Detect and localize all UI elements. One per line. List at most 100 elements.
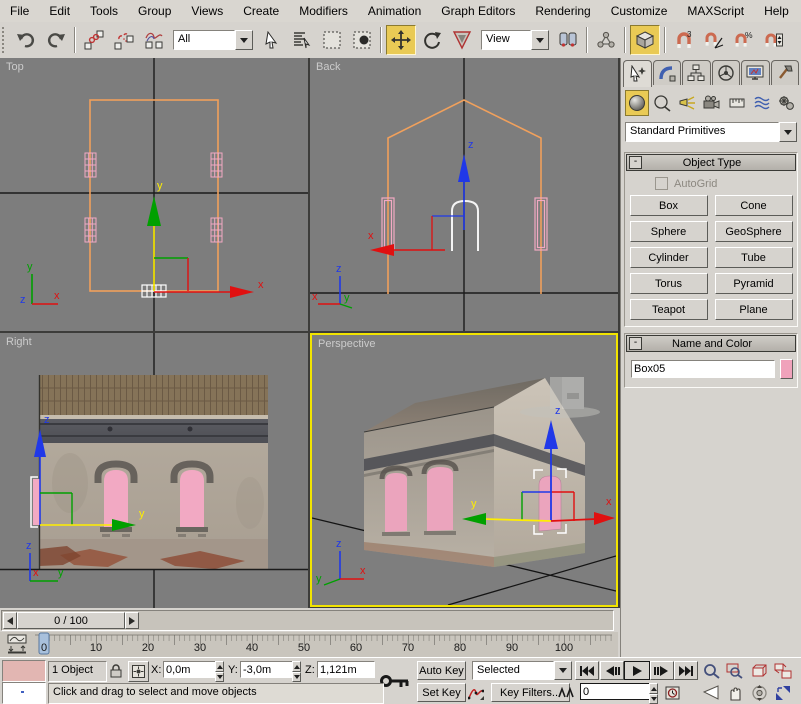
menu-group[interactable]: Group [128, 2, 181, 20]
category-systems[interactable] [775, 90, 799, 116]
select-and-manipulate-button[interactable] [592, 26, 620, 54]
x-spinner[interactable] [215, 661, 224, 682]
menu-tools[interactable]: Tools [80, 2, 128, 20]
menu-create[interactable]: Create [233, 2, 289, 20]
maxscript-listener-pane[interactable] [2, 682, 46, 704]
torus-button[interactable]: Torus [629, 273, 708, 294]
dropdown-arrow-icon[interactable] [531, 30, 549, 50]
viewport-back-label[interactable]: Back [316, 61, 340, 73]
dropdown-arrow-icon[interactable] [554, 661, 572, 680]
back-viewport-canvas[interactable]: z x z x y [310, 58, 618, 331]
open-mini-curve-editor-button[interactable] [2, 633, 32, 655]
menu-modifiers[interactable]: Modifiers [289, 2, 358, 20]
play-animation-button[interactable] [624, 661, 650, 680]
reference-coordinate-system-dropdown[interactable]: View [481, 30, 549, 50]
toolbar-grip[interactable] [2, 27, 8, 53]
go-to-start-button[interactable] [575, 661, 599, 680]
time-configuration-button[interactable] [663, 683, 683, 702]
top-viewport-canvas[interactable]: y x y x z [0, 58, 308, 331]
min-max-viewport-toggle[interactable] [772, 683, 794, 702]
menu-animation[interactable]: Animation [358, 2, 431, 20]
auto-key-button[interactable]: Auto Key [417, 661, 466, 680]
select-and-move-button[interactable] [386, 25, 416, 55]
tab-create[interactable] [623, 60, 652, 87]
select-object-button[interactable] [258, 26, 286, 54]
snaps-toggle-button[interactable] [630, 25, 660, 55]
viewport-perspective-label[interactable]: Perspective [318, 338, 375, 350]
bind-to-space-warp-button[interactable] [140, 26, 168, 54]
percent-snap-toggle[interactable]: % [730, 26, 758, 54]
default-in-out-tangents-button[interactable] [466, 683, 486, 702]
spinner-snap-toggle[interactable] [760, 26, 788, 54]
category-cameras[interactable] [700, 90, 724, 116]
category-space-warps[interactable] [750, 90, 774, 116]
tube-button[interactable]: Tube [714, 247, 793, 268]
menu-file[interactable]: File [0, 2, 39, 20]
select-and-rotate-button[interactable] [418, 26, 446, 54]
use-pivot-point-center-button[interactable] [554, 26, 582, 54]
arc-rotate-button[interactable] [748, 683, 770, 702]
viewport-right[interactable]: Right z y z x y [0, 333, 308, 608]
tab-modify[interactable] [652, 60, 681, 85]
tab-utilities[interactable] [770, 60, 799, 85]
geosphere-button[interactable]: GeoSphere [714, 221, 793, 242]
undo-button[interactable] [12, 26, 40, 54]
move-gizmo[interactable]: y x [147, 180, 264, 298]
field-of-view-button[interactable] [700, 683, 722, 702]
sphere-button[interactable]: Sphere [629, 221, 708, 242]
collapse-icon[interactable]: - [629, 337, 642, 350]
zoom-all-button[interactable] [724, 661, 746, 680]
select-by-name-button[interactable] [288, 26, 316, 54]
perspective-viewport-canvas[interactable]: z y x z x y [312, 335, 616, 605]
select-and-scale-button[interactable] [448, 26, 476, 54]
menu-customize[interactable]: Customize [601, 2, 678, 20]
viewport-top-label[interactable]: Top [6, 61, 24, 73]
x-coordinate-field[interactable] [163, 661, 217, 678]
viewport-right-label[interactable]: Right [6, 336, 32, 348]
menu-edit[interactable]: Edit [39, 2, 80, 20]
pyramid-button[interactable]: Pyramid [714, 273, 793, 294]
absolute-offset-toggle[interactable] [128, 661, 149, 682]
menu-help[interactable]: Help [754, 2, 799, 20]
category-lights[interactable] [675, 90, 699, 116]
object-type-header[interactable]: - Object Type [626, 154, 796, 171]
selection-lock-toggle[interactable] [106, 661, 126, 680]
snap-toggle-3d-button[interactable]: 3 [670, 26, 698, 54]
macro-recorder-pane[interactable] [2, 660, 46, 682]
set-key-button[interactable]: Set Key [417, 683, 466, 702]
name-and-color-header[interactable]: - Name and Color [626, 335, 796, 352]
pan-button[interactable] [724, 683, 746, 702]
select-and-link-button[interactable] [80, 26, 108, 54]
box-button[interactable]: Box [629, 195, 708, 216]
object-name-input[interactable] [631, 360, 775, 378]
y-coordinate-field[interactable] [240, 661, 294, 678]
track-bar[interactable]: 0 10 20 30 40 50 60 70 80 90 100 [0, 632, 618, 658]
dropdown-arrow-icon[interactable] [779, 122, 797, 142]
angle-snap-toggle[interactable] [700, 26, 728, 54]
slider-next-arrow[interactable] [125, 612, 139, 629]
viewport-back[interactable]: Back z x z x y [310, 58, 618, 331]
right-viewport-canvas[interactable]: z y z x y [0, 333, 308, 608]
slider-prev-arrow[interactable] [3, 612, 17, 629]
z-coordinate-field[interactable] [317, 661, 375, 678]
zoom-extents-all-button[interactable] [772, 661, 794, 680]
plane-button[interactable]: Plane [714, 299, 793, 320]
selection-filter-dropdown[interactable]: All [173, 30, 253, 50]
tab-display[interactable] [741, 60, 770, 85]
previous-frame-button[interactable] [600, 661, 624, 680]
menu-graph-editors[interactable]: Graph Editors [431, 2, 525, 20]
primitive-category-dropdown[interactable]: Standard Primitives [625, 122, 797, 142]
category-geometry[interactable] [625, 90, 649, 116]
collapse-icon[interactable]: - [629, 156, 642, 169]
cone-button[interactable]: Cone [714, 195, 793, 216]
rectangular-selection-region-button[interactable] [318, 26, 346, 54]
tab-motion[interactable] [711, 60, 740, 85]
viewport-top[interactable]: Top y x y x z [0, 58, 308, 331]
teapot-button[interactable]: Teapot [629, 299, 708, 320]
current-frame-field[interactable] [580, 683, 650, 700]
y-spinner[interactable] [292, 661, 301, 682]
next-frame-button[interactable] [650, 661, 674, 680]
time-slider-handle[interactable]: 0 / 100 [17, 612, 125, 629]
unlink-selection-button[interactable] [110, 26, 138, 54]
zoom-button[interactable] [700, 661, 722, 680]
